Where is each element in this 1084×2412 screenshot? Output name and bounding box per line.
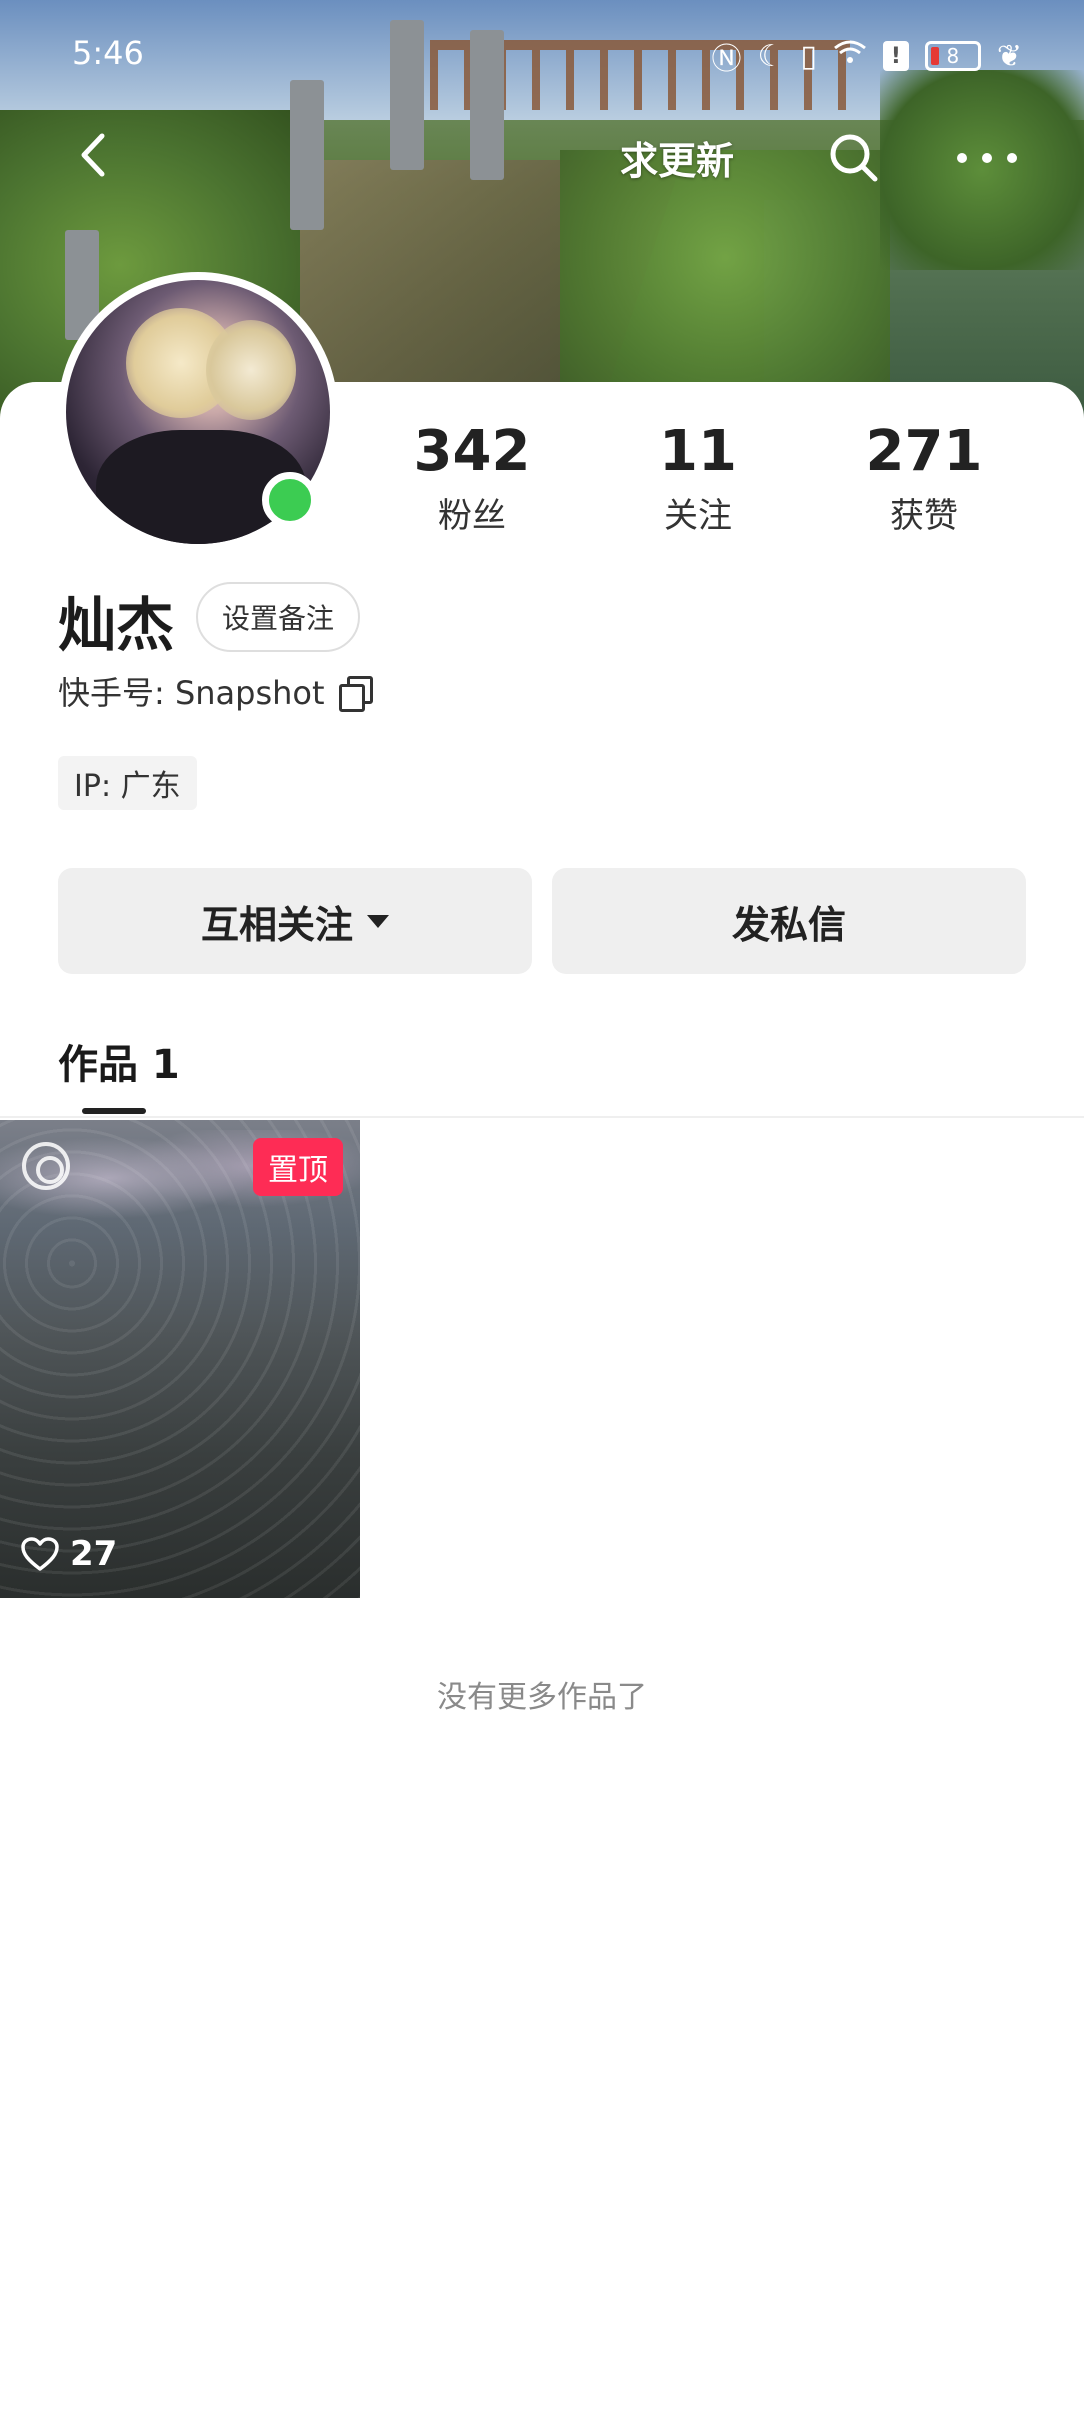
leaf-icon: ❦ — [996, 38, 1022, 74]
wifi-icon — [833, 38, 867, 74]
status-time: 5:46 — [72, 34, 144, 72]
heart-icon — [21, 1537, 59, 1571]
nav-title[interactable]: 求更新 — [620, 130, 734, 185]
moon-icon: ☾ — [757, 38, 785, 74]
pinned-badge: 置顶 — [253, 1138, 343, 1196]
more-dots-icon[interactable] — [952, 146, 1022, 170]
caret-down-icon — [367, 914, 389, 928]
send-message-button[interactable]: 发私信 — [552, 868, 1026, 974]
stat-likes[interactable]: 271 获赞 — [824, 420, 1024, 537]
battery-icon: 8 — [924, 41, 981, 71]
kuaishou-id-row: 快手号: Snapshot — [58, 668, 373, 714]
alert-icon: ! — [882, 41, 909, 71]
stat-value: 271 — [865, 419, 983, 484]
profile-name: 灿杰 — [58, 591, 175, 659]
work-likes: 27 — [20, 1534, 117, 1574]
mutual-follow-button[interactable]: 互相关注 — [58, 868, 532, 974]
kuaishou-id: 快手号: Snapshot — [58, 674, 325, 712]
battery-level: 8 — [946, 44, 960, 68]
no-more-works-text: 没有更多作品了 — [437, 1680, 647, 1715]
profile-stats: 342 粉丝 11 关注 271 获赞 — [360, 420, 1084, 540]
work-thumbnail[interactable]: 置顶 27 — [0, 1120, 360, 1598]
send-message-label: 发私信 — [731, 902, 846, 947]
back-arrow-icon[interactable] — [70, 130, 120, 180]
stat-label: 关注 — [664, 496, 732, 536]
stat-value: 11 — [659, 419, 737, 484]
copy-icon[interactable] — [338, 676, 373, 712]
search-icon[interactable] — [826, 130, 882, 186]
online-status-dot — [262, 472, 318, 528]
top-nav: 求更新 — [0, 118, 1084, 198]
set-remark-button[interactable]: 设置备注 — [196, 582, 361, 652]
tab-divider — [0, 1116, 1084, 1118]
tab-active-indicator — [82, 1108, 146, 1114]
stat-fans[interactable]: 342 粉丝 — [372, 420, 572, 537]
ip-location-tag: IP: 广东 — [58, 756, 197, 810]
status-bar: 5:46 Ⓝ ☾ ▯ ! 8 ❦ — [0, 0, 1084, 110]
vibrate-icon: ▯ — [800, 38, 817, 74]
mutual-follow-label: 互相关注 — [200, 902, 353, 947]
stat-label: 获赞 — [890, 496, 958, 536]
tab-works[interactable]: 作品 1 — [58, 1032, 180, 1090]
stat-following[interactable]: 11 关注 — [598, 420, 798, 537]
stat-label: 粉丝 — [438, 496, 506, 536]
stat-value: 342 — [413, 419, 531, 484]
live-photo-icon — [22, 1142, 70, 1190]
likes-count: 27 — [70, 1534, 118, 1574]
nfc-icon: Ⓝ — [711, 42, 742, 77]
